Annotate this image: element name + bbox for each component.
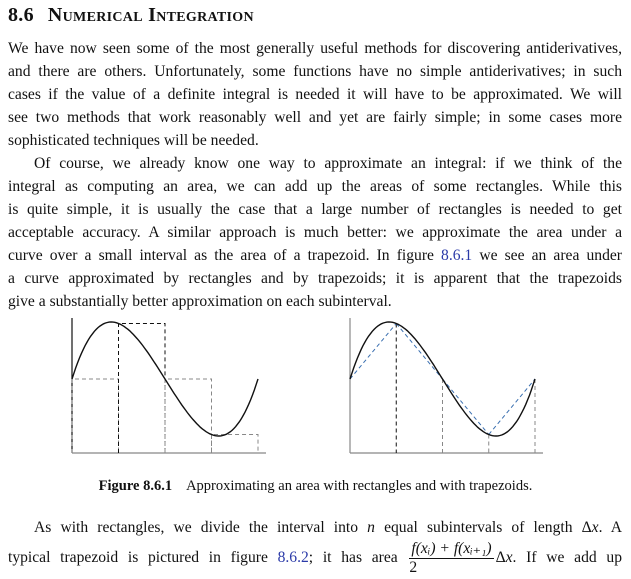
trapezoid-top bbox=[442, 378, 490, 435]
rectangle-approximation-plot bbox=[71, 318, 266, 454]
paragraph-3: As with rectangles, we divide the interv… bbox=[8, 519, 622, 576]
function-curve bbox=[349, 321, 536, 437]
figure-caption: Figure 8.6.1 Approximating an area with r… bbox=[98, 478, 533, 494]
trapezoid-top bbox=[349, 323, 397, 380]
trapezoid-top bbox=[395, 323, 443, 380]
rectangle bbox=[211, 434, 259, 453]
rectangle bbox=[118, 322, 166, 453]
trapezoid-area-fraction: f(xᵢ) + f(xᵢ₊₁) 2 bbox=[409, 539, 494, 576]
rectangle bbox=[71, 378, 119, 453]
trapezoid-top bbox=[488, 378, 536, 435]
figure-link-8-6-2[interactable]: 8.6.2 bbox=[278, 549, 309, 566]
figure-8-6-1 bbox=[71, 318, 543, 454]
trapezoid-approximation-plot bbox=[349, 318, 543, 454]
